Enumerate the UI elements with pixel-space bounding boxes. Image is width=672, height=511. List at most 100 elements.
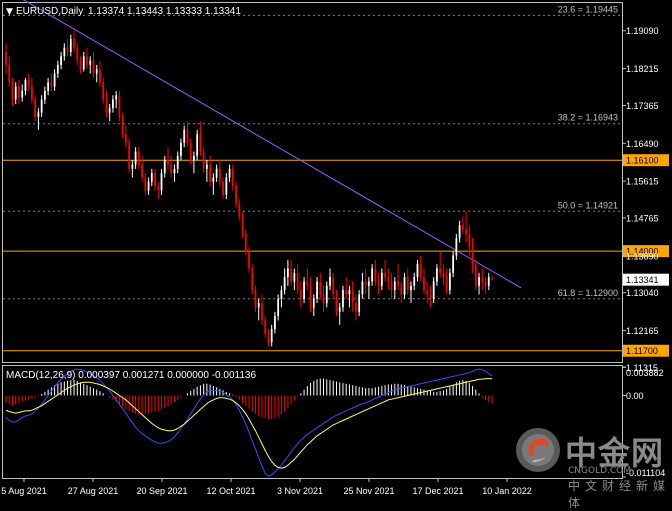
candle-body: [319, 281, 322, 295]
candle-body: [377, 281, 380, 286]
candle-body: [316, 281, 318, 299]
candle-body: [413, 277, 416, 286]
candle-body: [79, 60, 82, 70]
candle-body: [34, 99, 37, 117]
candle-body: [342, 290, 344, 308]
candle-body: [355, 303, 357, 312]
time-tick-label: 3 Nov 2021: [277, 486, 323, 496]
candle-body: [345, 290, 348, 295]
candle-body: [487, 277, 490, 286]
candle-body: [31, 86, 33, 100]
price-tick-label: 1.13890: [626, 251, 659, 261]
candle-body: [118, 95, 121, 117]
candle-body: [89, 60, 92, 65]
candle-body: [189, 142, 192, 161]
candle-body: [63, 47, 66, 57]
candle-body: [121, 116, 124, 135]
time-tick-label: 5 Aug 2021: [1, 486, 47, 496]
candle-body: [261, 303, 263, 321]
candle-body: [390, 281, 393, 291]
candle-body: [170, 164, 173, 174]
candle-body: [406, 277, 409, 291]
candle-body: [309, 285, 312, 308]
time-tick-label: 25 Nov 2021: [343, 486, 394, 496]
candle-body: [66, 47, 69, 52]
candle-body: [14, 86, 17, 100]
candle-body: [231, 168, 234, 187]
candle-body: [102, 82, 105, 100]
chart-menu-arrow-icon[interactable]: ▼: [6, 7, 13, 17]
candle-body: [105, 99, 108, 113]
candle-body: [5, 51, 7, 65]
level-tag-label: 1.16100: [626, 156, 659, 166]
candle-body: [205, 164, 208, 169]
candle-body: [134, 151, 137, 165]
candle-body: [8, 64, 11, 83]
candle-body: [293, 272, 296, 282]
candle-body: [73, 38, 75, 48]
ohlc-label: 1.13374 1.13443 1.13333 1.13341: [88, 6, 241, 17]
candle-body: [455, 238, 458, 256]
candle-body: [325, 285, 328, 304]
candle-body: [306, 281, 309, 286]
candle-body: [448, 272, 451, 291]
watermark-tagline: 中文财经新媒体: [568, 479, 671, 510]
candle-body: [371, 268, 374, 282]
cngold-logo-icon: [516, 428, 560, 472]
candle-body: [244, 233, 247, 252]
candle-body: [60, 56, 62, 65]
candle-body: [199, 134, 202, 152]
fib-label: 50.0 = 1.14921: [558, 200, 618, 210]
candle-body: [361, 281, 364, 295]
candle-body: [108, 108, 111, 113]
candle-body: [312, 298, 315, 308]
time-tick-label: 27 Aug 2021: [68, 486, 119, 496]
candle-body: [270, 329, 273, 343]
candle-body: [196, 134, 199, 156]
candle-body: [274, 316, 276, 330]
candle-body: [157, 186, 160, 191]
candle-body: [351, 290, 354, 304]
candle-body: [481, 277, 484, 282]
watermark-domain: CNGOLD.COM: [568, 466, 632, 476]
candle-body: [426, 290, 429, 295]
candle-body: [56, 64, 59, 74]
candle-body: [286, 268, 289, 278]
fib-label: 38.2 = 1.16943: [558, 113, 618, 123]
price-tick-label: 1.16490: [626, 139, 659, 149]
candle-body: [92, 60, 95, 74]
candle-body: [215, 168, 218, 178]
candle-body: [47, 82, 50, 91]
price-tick-label: 1.14765: [626, 214, 659, 224]
candle-body: [432, 281, 435, 299]
candle-body: [439, 268, 442, 273]
candle-body: [290, 268, 293, 282]
candle-body: [112, 99, 114, 109]
candle-body: [173, 168, 176, 174]
candle-body: [280, 290, 283, 299]
macd-title: MACD(12,26,9) 0.000397 0.001271 0.000000…: [6, 370, 256, 381]
candle-body: [267, 333, 270, 343]
candle-body: [264, 320, 267, 334]
candle-body: [154, 173, 156, 187]
candle-body: [335, 294, 338, 312]
candle-body: [11, 82, 14, 100]
candle-body: [69, 38, 72, 52]
candle-body: [43, 90, 46, 100]
candle-body: [222, 181, 224, 195]
symbol-label: EURUSD,Daily: [16, 6, 83, 17]
candle-body: [241, 216, 244, 234]
candle-body: [27, 80, 30, 87]
candle-body: [403, 277, 406, 295]
candle-body: [193, 155, 195, 161]
candle-body: [167, 160, 169, 165]
candle-body: [303, 281, 305, 299]
candle-body: [209, 164, 212, 182]
candle-body: [296, 272, 299, 291]
candle-body: [468, 233, 471, 247]
candle-body: [40, 99, 43, 113]
candle-body: [144, 177, 147, 191]
candle-body: [400, 285, 403, 295]
candle-body: [419, 264, 422, 278]
level-tag-label: 1.11700: [626, 346, 658, 356]
